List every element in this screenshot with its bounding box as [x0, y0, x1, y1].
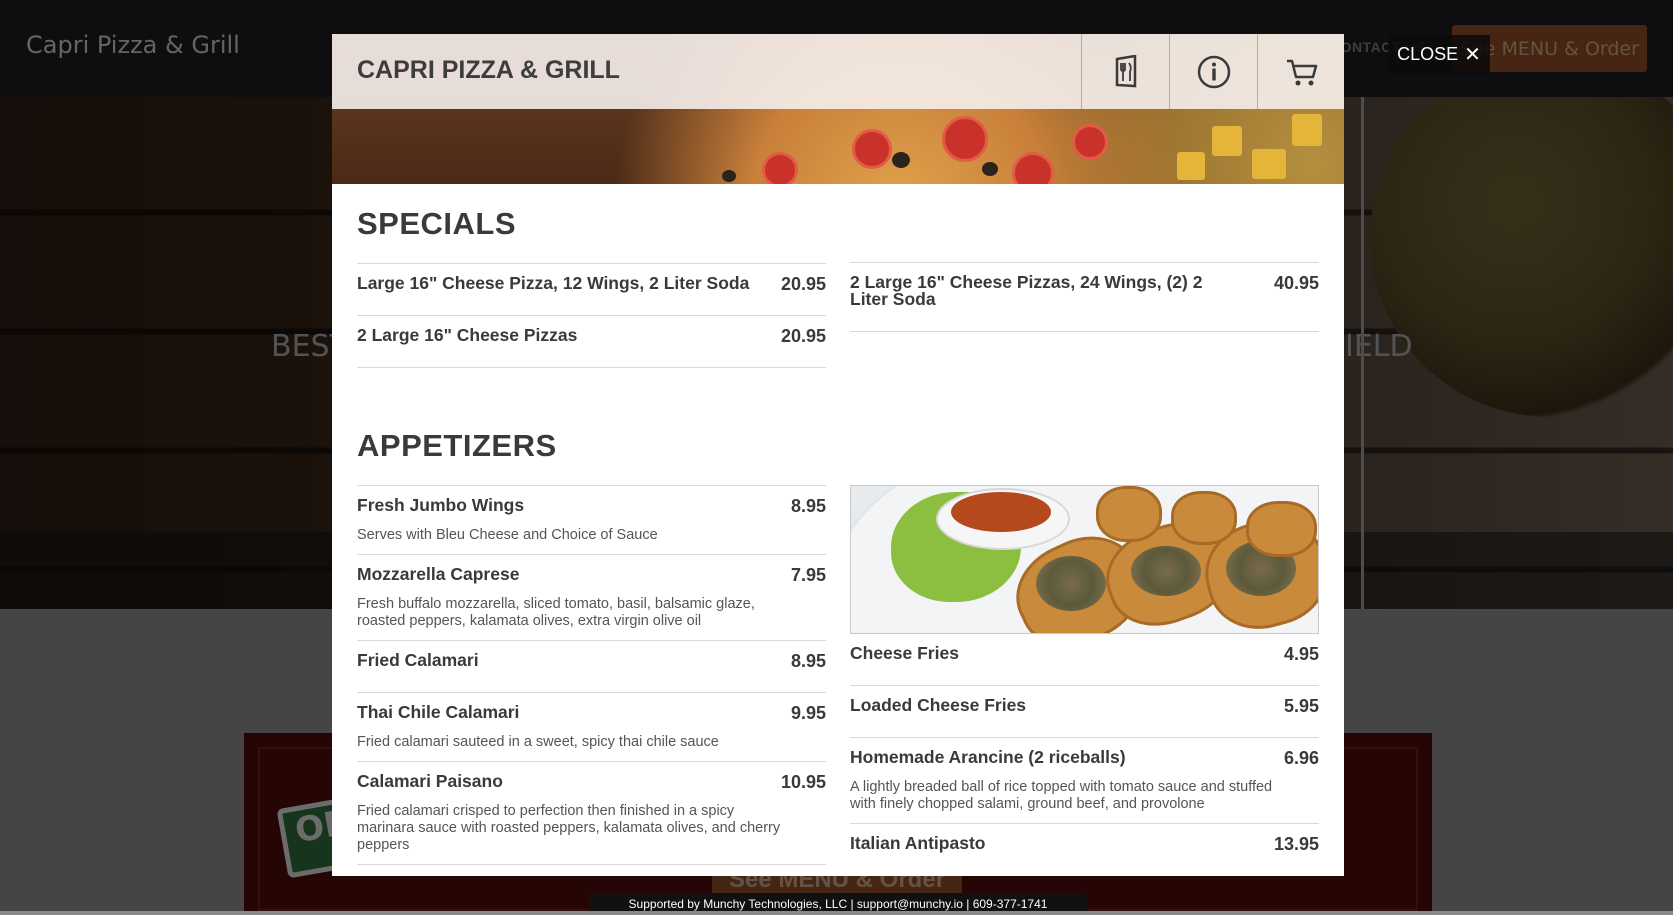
specials-right-column: 2 Large 16" Cheese Pizzas, 24 Wings, (2)…	[850, 262, 1319, 332]
menu-modal: CAPRI PIZZA & GRILL SPECIALS Large 16" C…	[332, 34, 1344, 876]
restaurant-title: CAPRI PIZZA & GRILL	[357, 56, 620, 84]
item-name: 2 Large 16" Cheese Pizzas, 24 Wings, (2)…	[850, 272, 1203, 309]
item-price: 20.95	[780, 274, 826, 294]
appetizers-right-column: Cheese Fries 4.95 Loaded Cheese Fries 5.…	[850, 485, 1319, 863]
item-price: 13.95	[1273, 834, 1319, 854]
item-name: 2 Large 16" Cheese Pizzas	[357, 325, 578, 345]
menu-button[interactable]	[1081, 34, 1169, 109]
item-name: Cheese Fries	[850, 643, 959, 663]
item-description: Fried calamari sauteed in a sweet, spicy…	[357, 734, 719, 750]
menu-item[interactable]: Large 16" Cheese Pizza, 12 Wings, 2 Lite…	[357, 263, 826, 315]
item-name: Large 16" Cheese Pizza, 12 Wings, 2 Lite…	[357, 273, 750, 293]
menu-item[interactable]: Loaded Cheese Fries 5.95	[850, 685, 1319, 737]
item-price: 8.95	[790, 651, 826, 671]
menu-item[interactable]: Cheese Fries 4.95	[850, 634, 1319, 685]
item-description: A lightly breaded ball of rice topped wi…	[850, 779, 1273, 812]
info-button[interactable]	[1169, 34, 1257, 109]
appetizers-left-column: Fresh Jumbo Wings 8.95 Serves with Bleu …	[357, 485, 826, 865]
close-button[interactable]: CLOSE ✕	[1388, 35, 1490, 74]
specials-left-column: Large 16" Cheese Pizza, 12 Wings, 2 Lite…	[357, 263, 826, 368]
menu-item[interactable]: Italian Antipasto 13.95	[850, 823, 1319, 863]
menu-item[interactable]: Homemade Arancine (2 riceballs) 6.96 A l…	[850, 737, 1319, 823]
item-name: Fresh Jumbo Wings	[357, 495, 525, 515]
item-description: Fried calamari crisped to perfection the…	[357, 803, 781, 853]
item-price: 5.95	[1283, 696, 1319, 716]
section-title-appetizers: APPETIZERS	[357, 428, 557, 463]
item-price: 8.95	[790, 496, 826, 516]
item-price: 40.95	[1273, 273, 1319, 293]
close-icon: ✕	[1464, 44, 1481, 66]
menu-item[interactable]: Calamari Paisano 10.95 Fried calamari cr…	[357, 761, 826, 865]
item-price: 6.96	[1283, 748, 1319, 768]
item-name: Loaded Cheese Fries	[850, 695, 1027, 715]
cart-button[interactable]	[1257, 34, 1344, 109]
item-price: 20.95	[780, 326, 826, 346]
cart-icon	[1286, 59, 1317, 85]
item-price: 7.95	[790, 565, 826, 585]
item-description: Fresh buffalo mozzarella, sliced tomato,…	[357, 596, 755, 629]
menu-item[interactable]: Thai Chile Calamari 9.95 Fried calamari …	[357, 692, 826, 761]
item-name: Homemade Arancine (2 riceballs)	[850, 747, 1126, 767]
item-price: 4.95	[1283, 644, 1319, 664]
item-name: Thai Chile Calamari	[357, 702, 520, 722]
item-name: Calamari Paisano	[357, 771, 503, 791]
item-description: Serves with Bleu Cheese and Choice of Sa…	[357, 527, 658, 543]
section-title-specials: SPECIALS	[357, 206, 517, 241]
menu-item[interactable]: 2 Large 16" Cheese Pizzas 20.95	[357, 315, 826, 368]
item-price: 10.95	[780, 772, 826, 792]
item-name: Mozzarella Caprese	[357, 564, 520, 584]
item-name: Fried Calamari	[357, 650, 479, 670]
info-icon	[1197, 55, 1230, 88]
item-name: Italian Antipasto	[850, 833, 986, 853]
menu-item[interactable]: Mozzarella Caprese 7.95 Fresh buffalo mo…	[357, 554, 826, 640]
menu-utensils-icon	[1115, 54, 1136, 87]
spring-rolls-photo	[850, 485, 1319, 634]
menu-item[interactable]: Fresh Jumbo Wings 8.95 Serves with Bleu …	[357, 485, 826, 554]
item-price: 9.95	[790, 703, 826, 723]
modal-header-bar: CAPRI PIZZA & GRILL	[332, 34, 1344, 109]
close-label: CLOSE	[1397, 44, 1459, 64]
support-footer: Supported by Munchy Technologies, LLC | …	[589, 893, 1087, 911]
menu-item[interactable]: 2 Large 16" Cheese Pizzas, 24 Wings, (2)…	[850, 262, 1319, 332]
menu-item[interactable]: Fried Calamari 8.95	[357, 640, 826, 692]
